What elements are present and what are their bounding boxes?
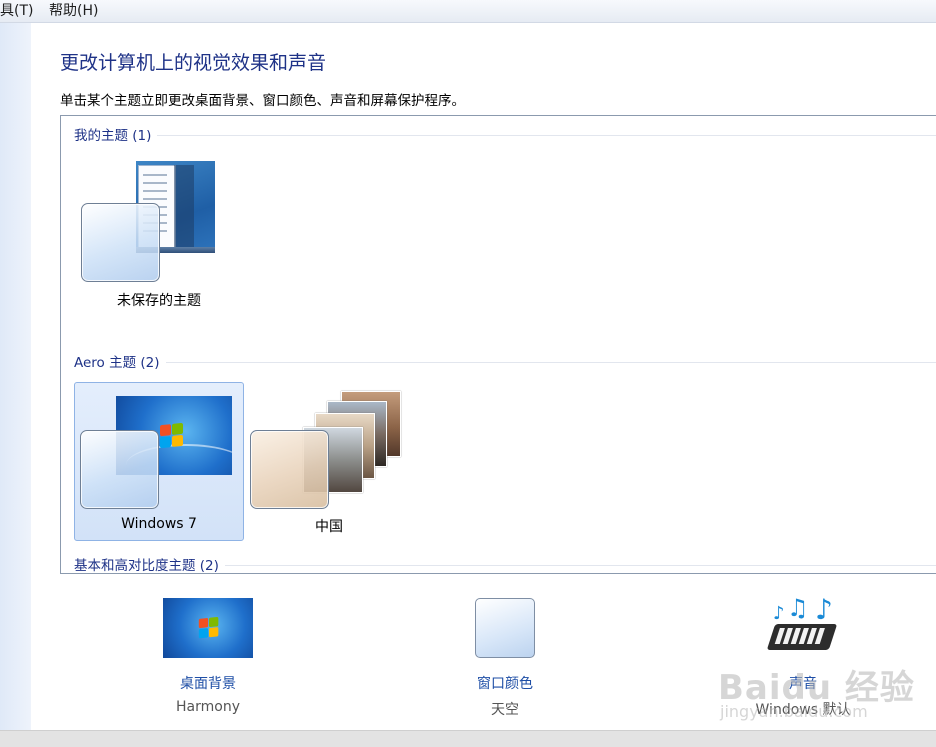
group-label-my-themes: 我的主题 (1) xyxy=(74,124,158,144)
baidu-watermark-url: jingyan.baidu.com xyxy=(720,702,868,721)
desktop-background-link[interactable]: 桌面背景 xyxy=(128,673,288,693)
sound-icon: ♪ ♫ ♪ xyxy=(763,596,843,662)
bottom-status-strip xyxy=(0,730,936,747)
group-divider xyxy=(165,361,936,363)
desktop-background-thumbnail xyxy=(163,598,253,658)
menu-bar: 具(T) 帮助(H) xyxy=(0,0,936,23)
group-label-aero: Aero 主题 (2) xyxy=(74,351,166,371)
menu-help[interactable]: 帮助(H) xyxy=(49,0,98,22)
theme-name-china: 中国 xyxy=(315,519,343,535)
left-navigation-strip xyxy=(0,23,31,730)
page-subtitle: 单击某个主题立即更改桌面背景、窗口颜色、声音和屏幕保护程序。 xyxy=(60,93,465,109)
window-glass-preview xyxy=(250,430,329,509)
keyboard-graphic xyxy=(766,624,838,650)
desktop-background-value: Harmony xyxy=(176,699,240,715)
theme-name-unsaved: 未保存的主题 xyxy=(117,293,201,309)
window-color-value: 天空 xyxy=(491,702,519,718)
music-note-icon: ♪ xyxy=(815,593,833,626)
group-header-aero: Aero 主题 (2) xyxy=(74,351,936,371)
theme-tile-windows7[interactable]: Windows 7 xyxy=(74,382,244,541)
window-color-link[interactable]: 窗口颜色 xyxy=(425,673,585,693)
window-color-control[interactable]: 窗口颜色 天空 xyxy=(425,598,585,718)
start-menu-right-pane xyxy=(174,165,194,247)
group-header-basic: 基本和高对比度主题 (2) xyxy=(74,554,936,573)
windows-logo-icon xyxy=(160,422,184,450)
window-color-swatch xyxy=(475,598,535,658)
group-label-basic: 基本和高对比度主题 (2) xyxy=(74,554,225,573)
theme-tile-china[interactable]: 中国 xyxy=(244,382,414,541)
music-note-icon: ♫ xyxy=(787,594,809,622)
music-note-icon: ♪ xyxy=(773,603,785,624)
group-divider xyxy=(157,134,936,136)
window-glass-preview xyxy=(80,430,159,509)
theme-list[interactable]: 我的主题 (1) 未保存的主题 Aero 主题 (2) Windows 7 中国… xyxy=(60,115,936,574)
desktop-background-control[interactable]: 桌面背景 Harmony xyxy=(128,598,288,718)
theme-tile-unsaved[interactable]: 未保存的主题 xyxy=(74,150,244,309)
theme-name-windows7: Windows 7 xyxy=(121,516,197,532)
menu-tools[interactable]: 具(T) xyxy=(0,0,33,22)
page-title: 更改计算机上的视觉效果和声音 xyxy=(60,52,327,74)
group-divider xyxy=(224,564,936,566)
window-glass-preview xyxy=(81,203,160,282)
group-header-my-themes: 我的主题 (1) xyxy=(74,124,936,144)
windows-logo-icon xyxy=(198,616,219,640)
